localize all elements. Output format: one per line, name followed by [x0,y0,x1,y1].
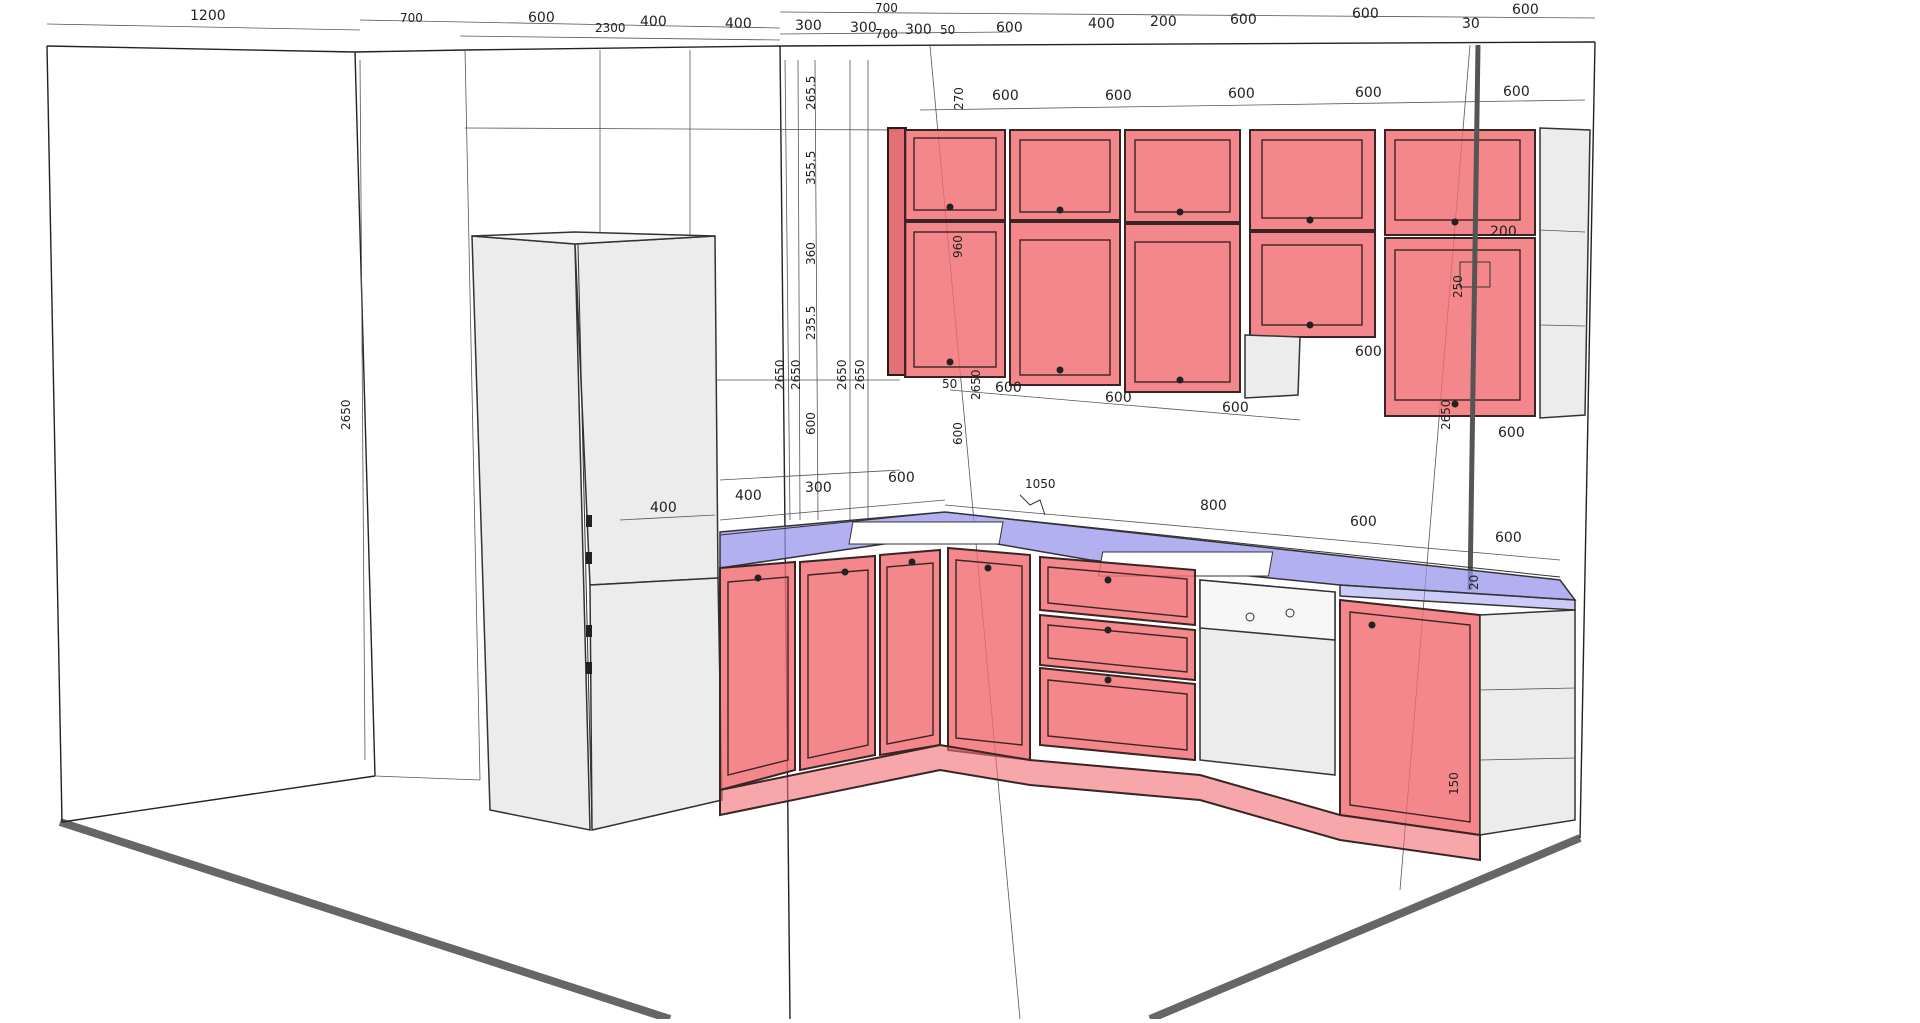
dim-counter-5: 800 [1200,498,1227,514]
dim-top-9: 700 [875,27,898,41]
dim-top-8: 300 [850,20,877,36]
dim-ub-2: 600 [1105,390,1132,406]
hood-gap-box [1244,334,1301,399]
dim-top-11: 50 [940,23,955,37]
upper-cabinets [887,127,1591,419]
dim-top-10: 300 [905,22,932,38]
dim-ub-1: 600 [995,380,1022,396]
floor-edge-left [58,818,672,1023]
dim-top-1: 700 [400,11,423,25]
dim-upper-4: 600 [1355,85,1382,101]
sink [848,521,1004,545]
kitchen-3d-drawing: 1200 700 2300 600 400 400 300 300 700 30… [46,1,1596,1023]
lower-cabinet-3 [879,548,941,757]
dim-top-4: 400 [640,14,667,30]
upper-cabinet-4 [1249,129,1376,338]
dim-v-600a: 600 [804,412,818,435]
dim-top-0: 1200 [190,8,226,24]
dim-upper-5: 600 [1503,84,1530,100]
fridge-handle-2 [586,552,592,564]
dim-counter-6: 600 [1350,514,1377,530]
fridge-handle-4 [586,662,592,674]
dim-upper-960: 960 [951,235,965,258]
dim-plinth: 150 [1447,772,1461,795]
upper-cabinet-3 [1124,129,1241,393]
dim-top-14: 200 [1150,14,1177,30]
lower-cabinet-2 [799,554,876,772]
dim-v-360: 360 [804,242,818,265]
fridge-handle-3 [586,625,592,637]
upper-cabinet-end-panel [1539,127,1591,419]
dim-room-height: 2650 [339,399,353,430]
dim-v-2650a: 2650 [773,359,787,390]
dim-ub-5: 600 [1498,425,1525,441]
dim-counter-0: 400 [650,500,677,516]
dim-top-13: 400 [1088,16,1115,32]
dim-counter-3: 600 [888,470,915,486]
lower-drawer-stack [1039,555,1196,762]
dim-v-2650d: 2650 [853,359,867,390]
dim-right-2650: 2650 [1439,399,1453,430]
kitchen-drawing: 1200 700 2300 600 400 400 300 300 700 30… [0,0,1920,1023]
dim-top-3: 600 [528,10,555,26]
dim-counter-2: 300 [805,480,832,496]
dim-top-6: 400 [725,16,752,32]
dim-top-19: 700 [875,1,898,15]
dim-v-265: 265.5 [804,76,818,110]
dim-v-600b: 600 [951,422,965,445]
fridge-handle-1 [586,515,592,527]
refrigerator: 400 [471,231,723,831]
lower-end-panel [1479,609,1576,836]
dim-top-15: 600 [1230,12,1257,28]
dim-ub-3: 600 [1222,400,1249,416]
dim-v-235: 235.5 [804,306,818,340]
dim-top-12: 600 [996,20,1023,36]
dim-counter-side: 20 [1467,575,1481,590]
dim-counter-1: 400 [735,488,762,504]
dim-upper-1: 600 [992,88,1019,104]
dim-ub-4: 600 [1355,344,1382,360]
top-dimensions: 1200 700 2300 600 400 400 300 300 700 30… [46,1,1596,41]
dim-top-7: 300 [795,18,822,34]
dim-v-2650c: 2650 [835,359,849,390]
dim-upper-2: 600 [1105,88,1132,104]
lower-cabinet-5: 150 [1339,598,1481,837]
upper-cabinet-side [887,127,907,376]
dim-upper-270: 270 [952,87,966,110]
upper-cabinet-2 [1009,129,1121,386]
dim-top-17: 30 [1462,16,1480,32]
lower-cabinet-1 [719,560,796,792]
lower-cabinet-4 [947,546,1031,762]
dim-top-2: 2300 [595,21,626,35]
floor-edge-right [1148,834,1582,1023]
dim-right-200: 200 [1490,224,1517,240]
dim-v-355: 355.5 [804,151,818,185]
dim-counter-7: 600 [1495,530,1522,546]
dim-counter-4: 1050 [1025,477,1056,491]
oven [1199,579,1336,776]
dim-upper-3: 600 [1228,86,1255,102]
dim-ub-2650: 2650 [969,369,983,400]
dim-v-2650b: 2650 [789,359,803,390]
dim-right-250: 250 [1451,275,1465,298]
dim-top-16: 600 [1352,6,1379,22]
dim-top-18: 600 [1512,2,1539,18]
dim-ub-50: 50 [942,377,957,391]
